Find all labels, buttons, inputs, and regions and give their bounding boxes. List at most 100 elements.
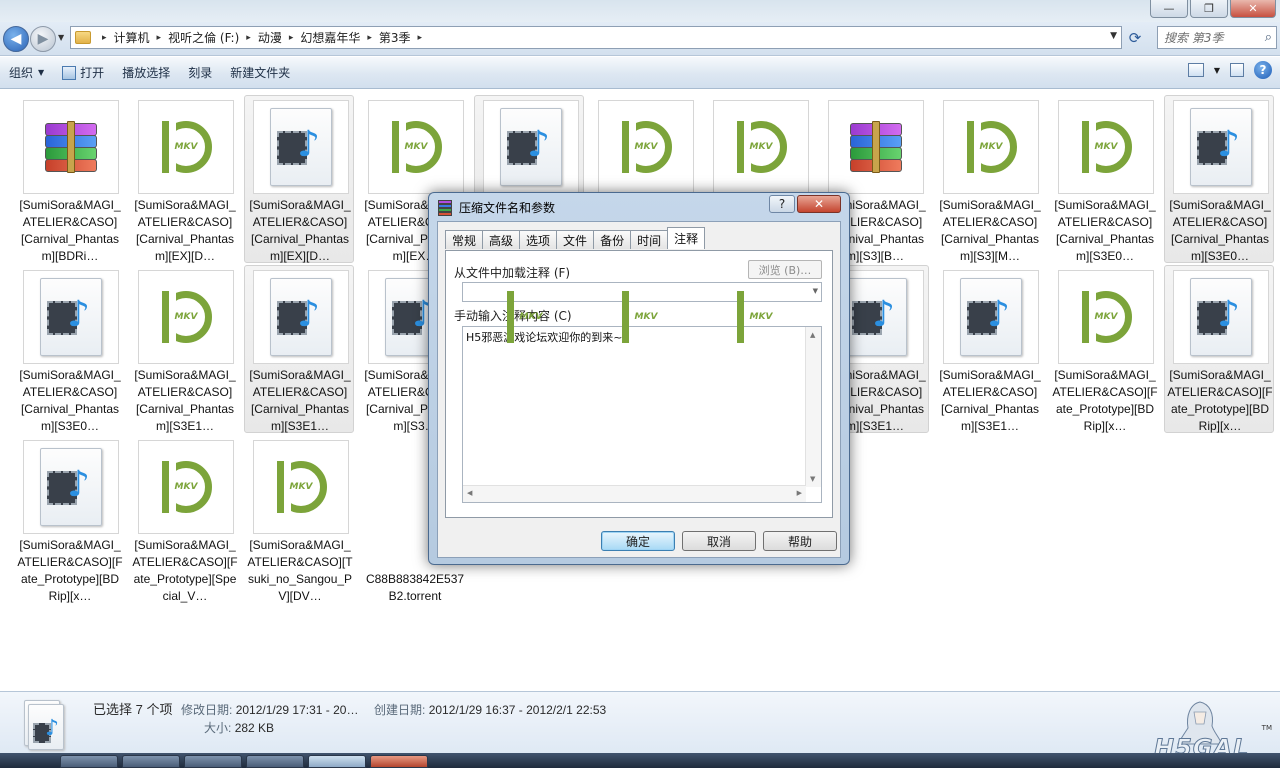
breadcrumb-item[interactable]: 幻想嘉年华 [300,29,360,46]
folder-icon [75,31,91,44]
mkv-file-icon: MKV [1076,287,1136,359]
vertical-scrollbar[interactable]: ▲ ▼ [805,327,821,487]
file-thumbnail: ♪ [943,270,1039,364]
taskbar-item[interactable] [60,755,118,768]
file-thumbnail: MKV [943,100,1039,194]
cancel-button[interactable]: 取消 [682,531,756,551]
breadcrumb-separator[interactable]: ▸ [157,33,162,43]
breadcrumb-separator[interactable]: ▸ [246,33,251,43]
search-input[interactable]: 搜索 第3季 ⌕ [1157,26,1277,49]
file-thumbnail: ♪ [1173,270,1269,364]
ok-button[interactable]: 确定 [601,531,675,551]
change-view-icon[interactable] [1187,63,1204,77]
mkv-file-icon: MKV [271,457,331,529]
tab-6[interactable]: 注释 [667,227,706,249]
mkv-file-icon: MKV [156,287,216,359]
breadcrumb-item[interactable]: 计算机 [114,29,150,46]
help-button[interactable]: 帮助 [763,531,837,551]
address-bar[interactable]: ▸ 计算机 ▸ 视听之倫 (F:) ▸ 动漫 ▸ 幻想嘉年华 ▸ 第3季 ▸ ▼ [70,26,1122,49]
dialog-help-button[interactable]: ? [769,195,795,213]
chevron-down-icon[interactable]: ▼ [1110,31,1117,41]
burn-button[interactable]: 刻录 [179,61,221,85]
chevron-down-icon[interactable]: ▼ [813,287,818,295]
file-name: [SumiSora&MAGI_ATELIER&CASO][Carnival_Ph… [19,198,121,263]
file-item[interactable]: MKV [SumiSora&MAGI_ATELIER&CASO][Carnival… [1049,95,1159,263]
new-folder-label: 新建文件夹 [230,66,291,80]
file-item[interactable]: MKV [SumiSora&MAGI_ATELIER&CASO][Carnival… [129,265,239,433]
comment-file-combo[interactable]: ▼ [462,282,822,302]
tab-5[interactable]: 时间 [630,230,669,249]
file-thumbnail: MKV [368,100,464,194]
tab-4[interactable]: 备份 [593,230,632,249]
taskbar-item[interactable] [246,755,304,768]
breadcrumb-item[interactable]: 动漫 [258,29,282,46]
preview-pane-icon[interactable] [1230,63,1244,77]
breadcrumb-separator[interactable]: ▸ [367,33,372,43]
burn-label: 刻录 [188,66,213,80]
horizontal-scrollbar[interactable]: ◀ ▶ [463,485,806,502]
file-thumbnail: MKV [1058,100,1154,194]
file-thumbnail: ♪ [23,440,119,534]
close-window-button[interactable]: ✕ [1230,0,1276,18]
scroll-right-icon[interactable]: ▶ [797,489,802,497]
dialog-close-button[interactable]: ✕ [797,195,841,213]
scroll-left-icon[interactable]: ◀ [467,489,472,497]
scroll-down-icon[interactable]: ▼ [810,475,815,483]
tab-0[interactable]: 常规 [445,230,484,249]
taskbar-item-active[interactable] [308,755,366,768]
breadcrumb-separator[interactable]: ▸ [102,33,107,43]
file-name: C88B883842E537B2.torrent [365,572,465,603]
chevron-down-icon[interactable]: ▼ [1214,66,1220,75]
new-folder-button[interactable]: 新建文件夹 [221,61,299,85]
file-item[interactable]: ♪ [SumiSora&MAGI_ATELIER&CASO][Fate_Proto… [14,435,124,603]
file-item[interactable]: ♪ [SumiSora&MAGI_ATELIER&CASO][Carnival_P… [244,95,354,263]
taskbar-item[interactable] [122,755,180,768]
file-name: [SumiSora&MAGI_ATELIER&CASO][Carnival_Ph… [1169,198,1271,263]
file-item[interactable]: ♪ [SumiSora&MAGI_ATELIER&CASO][Carnival_P… [1164,95,1274,263]
scroll-up-icon[interactable]: ▲ [810,331,815,339]
maximize-button[interactable]: ❐ [1190,0,1228,18]
mkv-file-icon: MKV [1076,117,1136,189]
tab-2[interactable]: 选项 [519,230,558,249]
arrow-right-icon: ▶ [37,31,49,47]
desktop-wallpaper-strip [0,0,1280,22]
file-item[interactable]: MKV [SumiSora&MAGI_ATELIER&CASO][Carnival… [934,95,1044,263]
file-thumbnail: MKV [253,440,349,534]
help-icon[interactable]: ? [1254,61,1272,79]
size-value: 282 KB [234,721,275,735]
window-caption-buttons: — ❐ ✕ [1150,0,1280,18]
open-icon [62,65,77,80]
tab-1[interactable]: 高级 [482,230,521,249]
breadcrumb-item[interactable]: 第3季 [379,29,411,46]
back-button[interactable]: ◀ [3,26,29,52]
file-item[interactable]: MKV [SumiSora&MAGI_ATELIER&CASO][Carnival… [129,95,239,263]
file-item[interactable]: ♪ [SumiSora&MAGI_ATELIER&CASO][Carnival_P… [244,265,354,433]
comment-textarea[interactable]: H5邪恶游戏论坛欢迎你的到来~ ▲ ▼ ◀ ▶ [462,326,822,503]
tab-3[interactable]: 文件 [556,230,595,249]
breadcrumb-item[interactable]: 视听之倫 (F:) [168,29,239,46]
play-selection-button[interactable]: 播放选择 [113,61,179,85]
file-item[interactable]: MKV [SumiSora&MAGI_ATELIER&CASO][Fate_Pro… [129,435,239,603]
file-item[interactable]: [SumiSora&MAGI_ATELIER&CASO][Carnival_Ph… [14,95,124,263]
file-item[interactable]: MKV [SumiSora&MAGI_ATELIER&CASO][Fate_Pro… [1049,265,1159,433]
winrar-icon [437,199,453,216]
file-item[interactable]: MKV [SumiSora&MAGI_ATELIER&CASO][Tsuki_no… [244,435,354,603]
organize-button[interactable]: 组织 ▼ [0,61,53,85]
file-name: [SumiSora&MAGI_ATELIER&CASO][Carnival_Ph… [249,368,351,433]
minimize-button[interactable]: — [1150,0,1188,18]
taskbar-item[interactable] [184,755,242,768]
modified-label: 修改日期: [181,703,233,717]
file-thumbnail: ♪ [253,100,349,194]
refresh-button[interactable]: ⟳ [1125,27,1145,48]
file-item[interactable]: ♪ [SumiSora&MAGI_ATELIER&CASO][Carnival_P… [14,265,124,433]
browse-button[interactable]: 浏览 (B)… [748,260,822,279]
file-item[interactable]: ♪ [SumiSora&MAGI_ATELIER&CASO][Carnival_P… [934,265,1044,433]
breadcrumb-separator[interactable]: ▸ [418,33,423,43]
file-item[interactable]: ♪ [SumiSora&MAGI_ATELIER&CASO][Fate_Proto… [1164,265,1274,433]
chevron-down-icon: ▼ [38,68,45,77]
forward-button[interactable]: ▶ [30,26,56,52]
open-button[interactable]: 打开 [53,61,113,85]
taskbar-item[interactable] [370,755,428,768]
breadcrumb-separator[interactable]: ▸ [289,33,294,43]
recent-pages-dropdown[interactable]: ▼ [58,33,64,42]
